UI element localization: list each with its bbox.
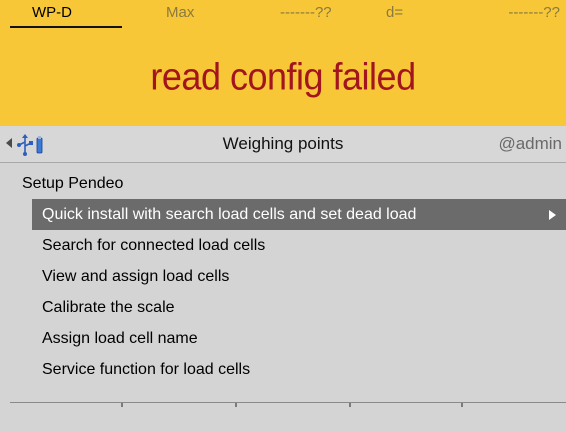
d-value: -------?? [508,4,560,21]
menu-item-label: Assign load cell name [42,330,198,347]
menu-item-label: Calibrate the scale [42,299,175,316]
menu-title: Setup Pendeo [22,175,124,192]
softkey-divider [349,403,351,407]
menu-item-view-assign[interactable]: View and assign load cells [32,261,566,292]
menu-item-label: Quick install with search load cells and… [42,206,417,223]
softkey-divider [121,403,123,407]
max-value: -------?? [280,4,332,21]
softkey-bar [10,402,566,431]
chevron-right-icon [549,210,556,220]
navigation-bar: Weighing points @admin [0,126,566,163]
error-message: read config failed [150,54,416,98]
page-title: Weighing points [222,134,344,153]
user-label: @admin [498,134,562,153]
menu-list: Quick install with search load cells and… [32,199,566,385]
menu-item-search-load-cells[interactable]: Search for connected load cells [32,230,566,261]
menu-item-quick-install[interactable]: Quick install with search load cells and… [32,199,566,230]
menu-item-label: Service function for load cells [42,361,251,378]
menu-item-label: Search for connected load cells [42,237,266,254]
device-name: WP-D [32,4,72,21]
menu-item-assign-name[interactable]: Assign load cell name [32,323,566,354]
header-row: WP-D Max -------?? d= -------?? [0,0,566,26]
softkey-divider [461,403,463,407]
menu-item-calibrate[interactable]: Calibrate the scale [32,292,566,323]
max-label: Max [166,4,195,21]
menu-item-service[interactable]: Service function for load cells [32,354,566,385]
device-underline [10,26,122,28]
softkey-divider [235,403,237,407]
status-header: WP-D Max -------?? d= -------?? read con… [0,0,566,126]
menu-item-label: View and assign load cells [42,268,230,285]
d-label: d= [386,4,404,21]
